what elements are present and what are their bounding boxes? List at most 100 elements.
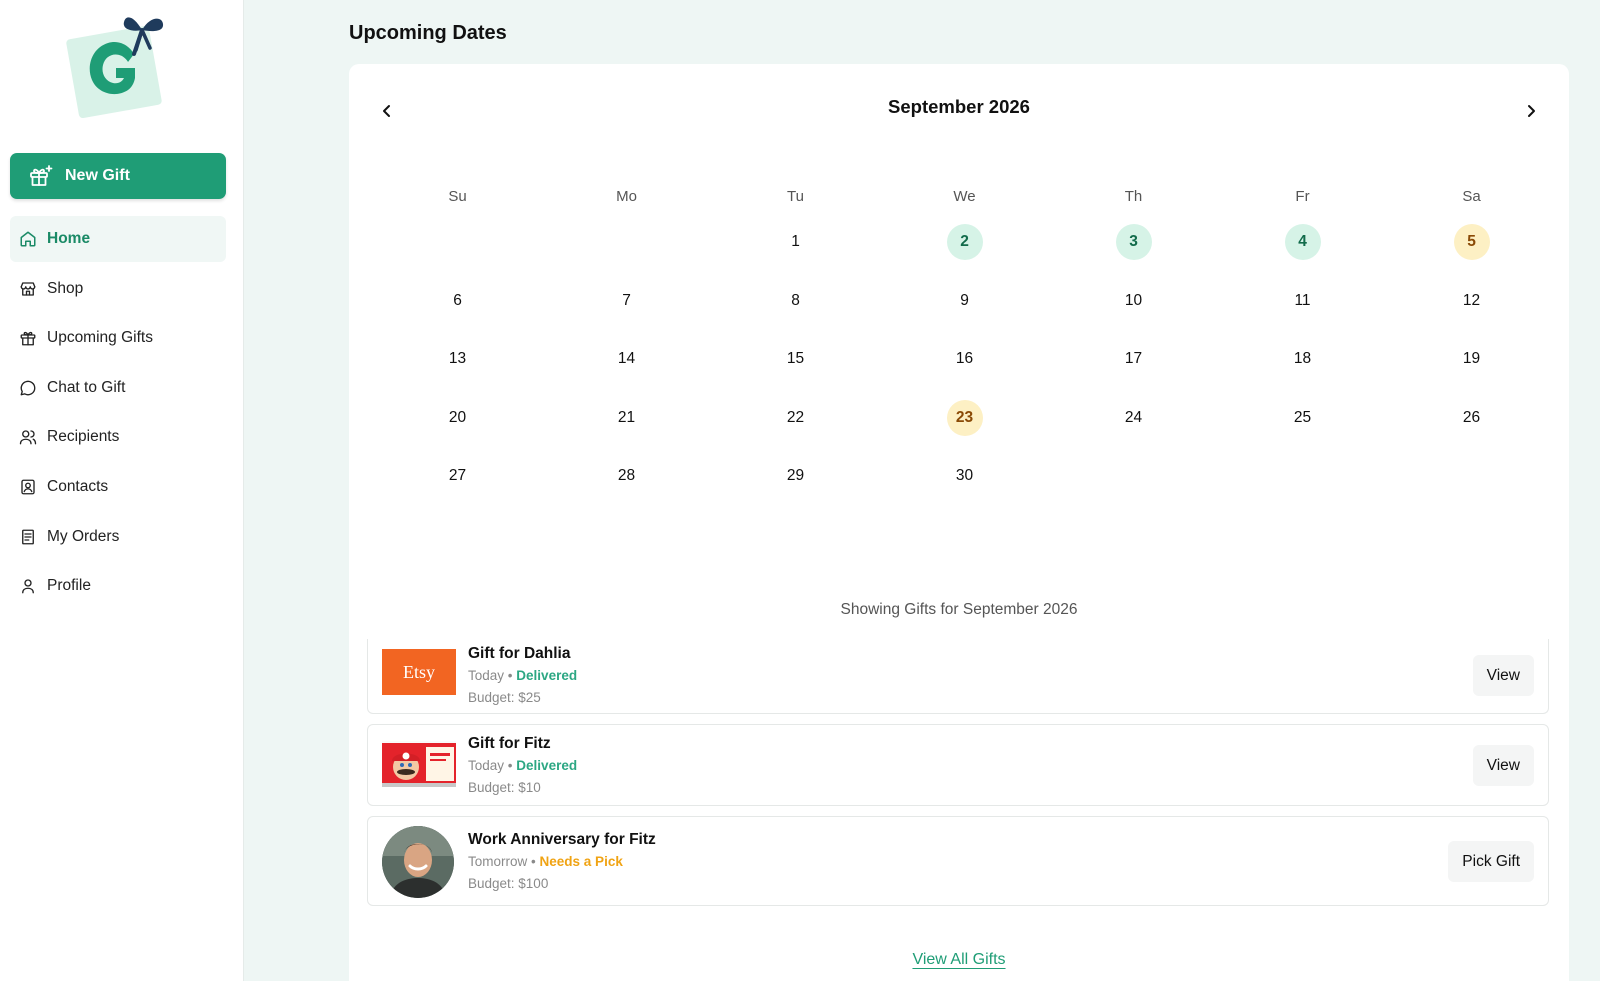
calendar-day[interactable]: 22 — [778, 400, 814, 436]
calendar-empty-cell — [373, 222, 542, 262]
calendar-day[interactable]: 10 — [1116, 283, 1152, 319]
calendar-day[interactable]: 11 — [1285, 283, 1321, 319]
calendar-day[interactable]: 8 — [778, 283, 814, 319]
calendar-day-cell: 8 — [711, 281, 880, 321]
calendar-day[interactable]: 1 — [778, 224, 814, 260]
new-gift-button[interactable]: New Gift — [10, 153, 226, 199]
calendar-day-event[interactable]: 2 — [946, 224, 983, 260]
sidebar-item-profile[interactable]: Profile — [10, 563, 226, 609]
view-gift-button[interactable]: View — [1472, 745, 1534, 786]
gift-row[interactable]: Gift for Fitz Today • Delivered Budget: … — [367, 724, 1549, 806]
calendar-day-cell: 10 — [1049, 281, 1218, 321]
calendar-day-cell: 13 — [373, 339, 542, 379]
view-gift-button[interactable]: View — [1472, 655, 1534, 696]
gift-info: Work Anniversary for Fitz Tomorrow • Nee… — [468, 831, 656, 891]
gift-row[interactable]: Work Anniversary for Fitz Tomorrow • Nee… — [367, 816, 1549, 906]
pick-gift-button[interactable]: Pick Gift — [1448, 841, 1534, 882]
calendar-week-row: 1 2 3 4 5 — [373, 222, 1557, 262]
home-icon — [20, 231, 36, 247]
calendar-day[interactable]: 7 — [609, 283, 645, 319]
calendar-day-cell: 22 — [711, 398, 880, 438]
calendar-day-cell: 4 — [1218, 222, 1387, 262]
calendar-day-cell: 12 — [1387, 281, 1556, 321]
calendar-day[interactable]: 13 — [440, 341, 476, 377]
store-icon — [20, 281, 36, 296]
weekday-label: Mo — [616, 188, 637, 205]
calendar-day-event[interactable]: 5 — [1453, 224, 1490, 260]
calendar-day-cell: 3 — [1049, 222, 1218, 262]
calendar-day-event[interactable]: 23 — [946, 399, 983, 436]
calendar-day-cell: 5 — [1387, 222, 1556, 262]
calendar-day-cell: 6 — [373, 281, 542, 321]
calendar-day-cell: 14 — [542, 339, 711, 379]
contact-card-icon — [21, 479, 35, 495]
calendar-day[interactable]: 14 — [609, 341, 645, 377]
calendar-week-row: 20 21 22 23 24 25 26 — [373, 398, 1557, 438]
sidebar-item-contacts[interactable]: Contacts — [10, 464, 226, 510]
gift-budget: Budget: $100 — [468, 876, 549, 891]
view-all-gifts-link[interactable]: View All Gifts — [349, 951, 1569, 969]
calendar-week-row: 13 14 15 16 17 18 19 — [373, 339, 1557, 379]
separator-dot: • — [531, 854, 536, 869]
gift-row[interactable]: Etsy Gift for Dahlia Today • Delivered B… — [367, 639, 1549, 714]
calendar-day-cell: 23 — [880, 398, 1049, 438]
chat-bubble-icon — [20, 380, 36, 396]
sidebar-item-home[interactable]: Home — [10, 216, 226, 262]
calendar-day-event[interactable]: 4 — [1284, 224, 1321, 260]
calendar-day[interactable]: 6 — [440, 283, 476, 319]
app-logo[interactable] — [66, 10, 170, 118]
calendar-day-cell: 20 — [373, 398, 542, 438]
new-gift-label: New Gift — [65, 167, 130, 184]
calendar-week-row: 27 28 29 30 — [373, 456, 1557, 496]
gift-list: Etsy Gift for Dahlia Today • Delivered B… — [367, 639, 1549, 916]
calendar-day[interactable]: 26 — [1454, 400, 1490, 436]
calendar-empty-cell — [1387, 456, 1556, 496]
calendar-day[interactable]: 18 — [1285, 341, 1321, 377]
gift-title: Gift for Dahlia — [468, 645, 571, 662]
calendar-day-cell: 28 — [542, 456, 711, 496]
calendar-week-row: 6 7 8 9 10 11 12 — [373, 281, 1557, 321]
calendar-day-cell: 2 — [880, 222, 1049, 262]
weekday-label: We — [953, 188, 976, 205]
sidebar-item-chat-to-gift[interactable]: Chat to Gift — [10, 365, 226, 411]
separator-dot: • — [507, 758, 513, 773]
sidebar-item-shop[interactable]: Shop — [10, 266, 226, 312]
sidebar-item-recipients[interactable]: Recipients — [10, 414, 226, 460]
sidebar-item-label: Profile — [47, 577, 91, 595]
gift-when: Today — [468, 758, 505, 773]
sidebar-item-label: Contacts — [47, 477, 109, 495]
calendar-day[interactable]: 20 — [440, 400, 476, 436]
calendar-day-cell: 30 — [880, 456, 1049, 496]
calendar-day[interactable]: 29 — [778, 458, 814, 494]
calendar-day[interactable]: 28 — [609, 458, 645, 494]
sidebar-item-label: Chat to Gift — [47, 378, 126, 396]
sidebar-item-label: My Orders — [47, 527, 120, 545]
calendar-day[interactable]: 24 — [1116, 400, 1152, 436]
calendar-day[interactable]: 12 — [1454, 283, 1490, 319]
calendar-day[interactable]: 27 — [440, 458, 476, 494]
sidebar-item-upcoming-gifts[interactable]: Upcoming Gifts — [10, 315, 226, 361]
gift-subtitle: Today • Delivered — [468, 668, 577, 683]
calendar-day-cell: 26 — [1387, 398, 1556, 438]
month-title: September 2026 — [888, 96, 1030, 117]
calendar-day[interactable]: 9 — [947, 283, 983, 319]
calendar-day-event[interactable]: 3 — [1115, 224, 1152, 260]
calendar-day[interactable]: 30 — [947, 458, 983, 494]
sidebar-item-label: Upcoming Gifts — [47, 329, 153, 347]
gift-info: Gift for Fitz Today • Delivered Budget: … — [468, 735, 577, 795]
calendar-day[interactable]: 25 — [1285, 400, 1321, 436]
gift-budget: Budget: $10 — [468, 780, 541, 795]
calendar-day[interactable]: 21 — [609, 400, 645, 436]
calendar-day[interactable]: 17 — [1116, 341, 1152, 377]
sidebar-item-my-orders[interactable]: My Orders — [10, 514, 226, 560]
calendar-day-cell: 15 — [711, 339, 880, 379]
calendar-day[interactable]: 15 — [778, 341, 814, 377]
gift-subtitle: Tomorrow • Needs a Pick — [468, 854, 656, 869]
calendar-day[interactable]: 16 — [947, 341, 983, 377]
calendar-day[interactable]: 19 — [1454, 341, 1490, 377]
next-month-button[interactable] — [1516, 96, 1546, 126]
calendar-day-cell: 1 — [711, 222, 880, 262]
receipt-icon — [22, 529, 34, 544]
status-delivered: Delivered — [516, 668, 578, 683]
calendar-day-cell: 27 — [373, 456, 542, 496]
